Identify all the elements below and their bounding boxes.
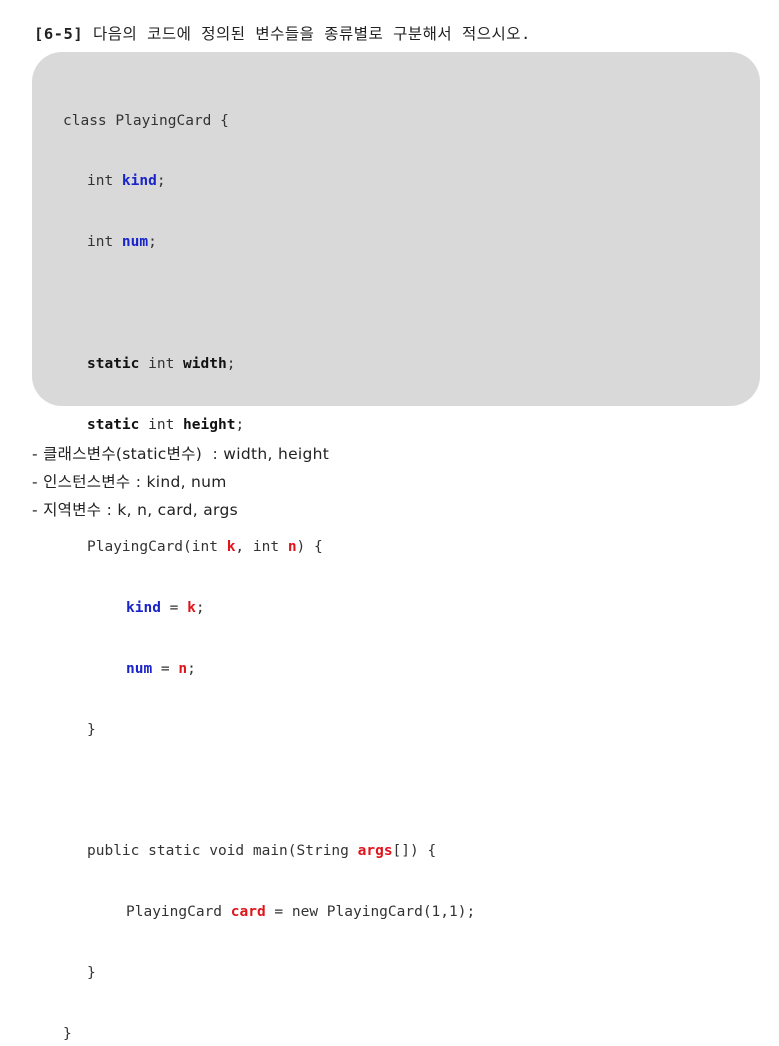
code-text: = [152, 660, 179, 677]
instance-var-num: num [121, 234, 149, 251]
code-text: int [139, 417, 184, 434]
code-line-3: int num; [63, 232, 475, 252]
static-keyword: static [87, 417, 140, 434]
code-line-13: public static void main(String args[]) { [63, 841, 475, 861]
code-text: ; [226, 356, 236, 373]
local-var-k: k [187, 599, 196, 616]
local-var-k: k [226, 538, 236, 555]
code-line-1: class PlayingCard { [63, 111, 475, 131]
local-var-args: args [357, 843, 393, 860]
code-line-6: static int height; [63, 415, 475, 435]
code-block: class PlayingCard { int kind; int num; s… [63, 70, 475, 1046]
question-text: 다음의 코드에 정의된 변수들을 종류별로 구분해서 적으시오. [93, 25, 531, 43]
code-line-11: } [63, 720, 475, 740]
code-line-15: } [63, 963, 475, 983]
code-line-16: } [63, 1024, 475, 1044]
question-title: [6-5] 다음의 코드에 정의된 변수들을 종류별로 구분해서 적으시오. [34, 22, 531, 44]
code-text: int [139, 356, 184, 373]
answer-list: - 클래스변수(static변수) : width, height - 인스턴스… [32, 440, 329, 524]
code-text: , int [235, 538, 288, 555]
code-text: public static void main(String [87, 843, 358, 860]
code-line-8: PlayingCard(int k, int n) { [63, 537, 475, 557]
instance-var-kind: kind [121, 173, 157, 190]
code-text: int [87, 173, 122, 190]
question-number: [6-5] [34, 25, 84, 43]
code-text: } [87, 965, 96, 982]
code-text: PlayingCard [126, 904, 231, 921]
code-line-5: static int width; [63, 354, 475, 374]
code-text: PlayingCard(int [87, 538, 227, 555]
class-var-width: width [183, 356, 227, 373]
code-text: class PlayingCard { [63, 112, 229, 129]
code-text: = [160, 599, 188, 616]
answer-class-vars: - 클래스변수(static변수) : width, height [32, 445, 330, 463]
code-text: = new PlayingCard(1,1); [265, 904, 476, 921]
class-var-height: height [183, 417, 236, 434]
code-line-9: kind = k; [63, 598, 475, 618]
code-text: ; [235, 417, 245, 434]
code-text: ; [156, 173, 166, 190]
code-text: } [87, 721, 96, 738]
code-text: ; [195, 599, 205, 616]
code-text: ) { [296, 538, 323, 555]
instance-var-kind: kind [126, 599, 161, 616]
instance-var-num: num [126, 660, 153, 677]
code-line-14: PlayingCard card = new PlayingCard(1,1); [63, 902, 475, 922]
code-text: int [87, 234, 122, 251]
code-text: } [63, 1025, 72, 1042]
static-keyword: static [87, 356, 140, 373]
local-var-card: card [230, 904, 266, 921]
local-var-n: n [178, 660, 188, 677]
answer-instance-vars: - 인스턴스변수 : kind, num [32, 473, 227, 491]
code-text: ; [187, 660, 196, 677]
code-line-10: num = n; [63, 659, 475, 679]
code-line-2: int kind; [63, 171, 475, 191]
code-text: ; [148, 234, 157, 251]
local-var-n: n [287, 538, 297, 555]
answer-local-vars: - 지역변수 : k, n, card, args [32, 501, 238, 519]
code-text: []) { [392, 843, 437, 860]
